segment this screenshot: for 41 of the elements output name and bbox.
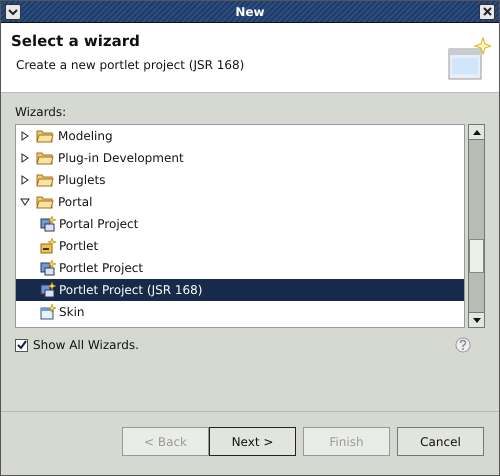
page-description: Create a new portlet project (JSR 168): [15, 58, 244, 72]
folder-icon: [36, 129, 54, 143]
checkbox[interactable]: [15, 338, 28, 352]
portlet-icon: [40, 238, 56, 254]
chevron-down-icon: [8, 8, 18, 16]
tree-item[interactable]: Modeling: [16, 125, 464, 147]
folder-icon: [36, 195, 54, 209]
tree-item[interactable]: Plug-in Development: [16, 147, 464, 169]
tree-item[interactable]: Portal Project: [16, 213, 464, 235]
folder-icon: [36, 151, 54, 165]
scroll-thumb[interactable]: [469, 239, 484, 273]
scroll-up-button[interactable]: [469, 125, 484, 140]
dialog-button[interactable]: Cancel: [397, 427, 484, 456]
arrow-down-icon: [472, 318, 480, 322]
tree-item[interactable]: Portlet Project (JSR 168): [16, 279, 464, 301]
tree-item[interactable]: Portal: [16, 191, 464, 213]
wizards-label: Wizards:: [15, 105, 68, 119]
dialog-button[interactable]: Next >: [209, 427, 296, 456]
tree-item[interactable]: Skin: [16, 301, 464, 323]
tree-item[interactable]: Pluglets: [16, 169, 464, 191]
triangle-right-icon[interactable]: [20, 153, 30, 163]
window-title: New: [235, 4, 265, 18]
page-title: Select a wizard: [11, 32, 141, 50]
tree-item[interactable]: Portlet: [16, 235, 464, 257]
show-all-label[interactable]: Show All Wizards.: [33, 338, 139, 352]
tree-item[interactable]: Portlet Project: [16, 257, 464, 279]
triangle-right-icon[interactable]: [20, 175, 30, 185]
triangle-right-icon[interactable]: [20, 131, 30, 141]
folder-icon: [36, 173, 54, 187]
close-icon: [482, 7, 492, 16]
help-icon[interactable]: [455, 337, 471, 353]
scroll-down-button[interactable]: [469, 312, 484, 327]
arrow-up-icon: [472, 130, 480, 134]
triangle-down-icon[interactable]: [20, 197, 30, 207]
scrollbar[interactable]: [468, 124, 485, 328]
project-icon: [40, 260, 56, 276]
project-icon: [40, 216, 56, 232]
project-icon: [40, 282, 56, 298]
close-button[interactable]: [479, 4, 495, 20]
window-icon: [40, 304, 56, 320]
window-menu-button[interactable]: [5, 4, 21, 20]
